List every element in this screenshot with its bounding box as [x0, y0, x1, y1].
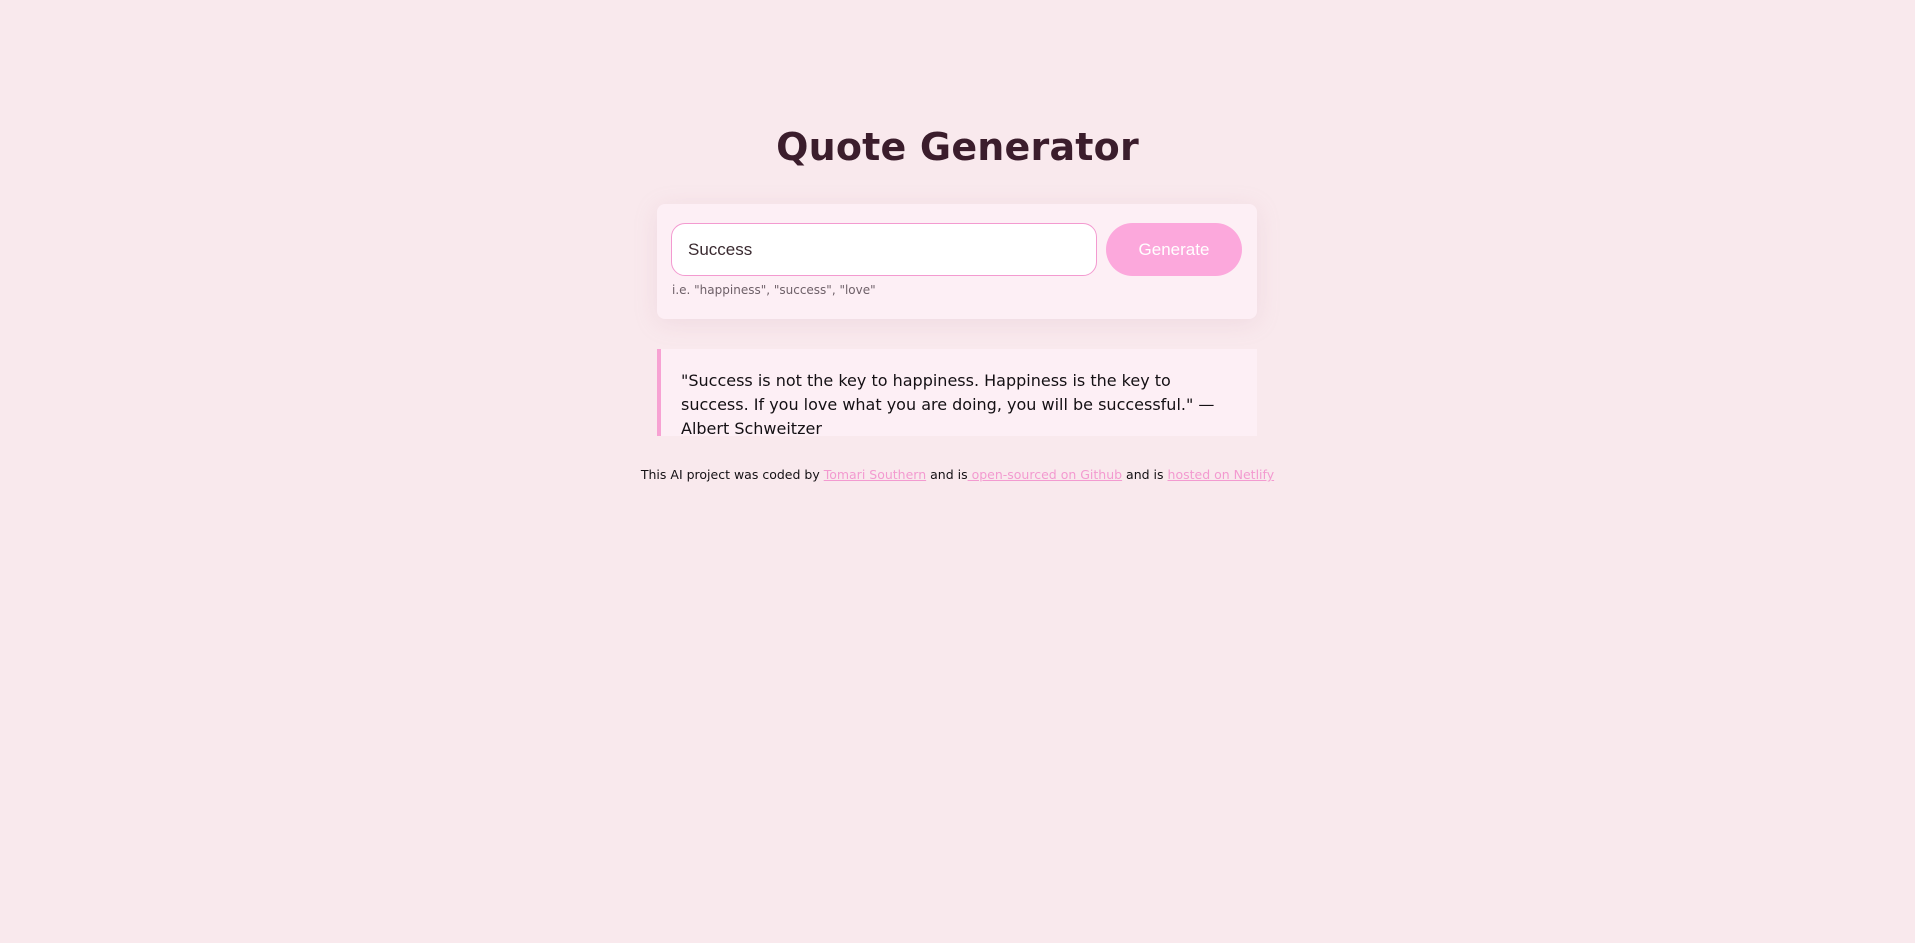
footer: This AI project was coded by Tomari Sout…	[0, 467, 1915, 482]
footer-middle-2: and is	[1122, 467, 1168, 482]
search-form: Generate i.e. "happiness", "success", "l…	[657, 204, 1257, 319]
author-link[interactable]: Tomari Southern	[824, 467, 926, 482]
quote-text: "Success is not the key to happiness. Ha…	[681, 371, 1215, 438]
search-input[interactable]	[671, 223, 1097, 276]
page: Quote Generator Generate i.e. "happiness…	[0, 0, 1915, 943]
footer-prefix: This AI project was coded by	[640, 467, 824, 482]
page-title: Quote Generator	[776, 125, 1139, 169]
search-hint: i.e. "happiness", "success", "love"	[672, 283, 876, 297]
quote-box: "Success is not the key to happiness. Ha…	[657, 349, 1257, 438]
generate-button[interactable]: Generate	[1106, 223, 1242, 276]
github-link[interactable]: open-sourced on Github	[968, 467, 1123, 482]
netlify-link[interactable]: hosted on Netlify	[1168, 467, 1275, 482]
footer-middle-1: and is	[926, 467, 968, 482]
